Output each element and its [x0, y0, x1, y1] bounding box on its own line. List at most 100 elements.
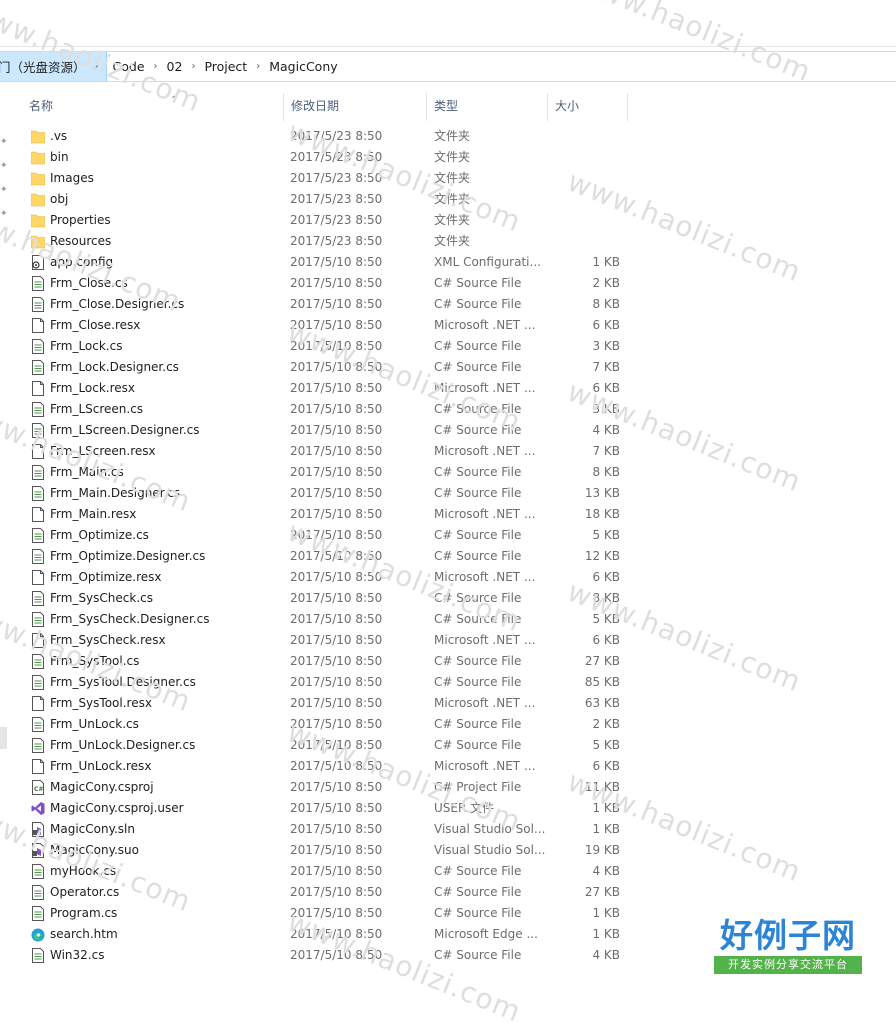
file-row[interactable]: search.htm 2017/5/10 8:50 Microsoft Edge .…	[24, 924, 629, 945]
file-row[interactable]: Frm_Main.Designer.cs 2017/5/10 8:50 C# Sou…	[24, 483, 629, 504]
file-row[interactable]: Frm_SysTool.Designer.cs 2017/5/10 8:50 C# …	[24, 672, 629, 693]
file-row[interactable]: Frm_Lock.Designer.cs 2017/5/10 8:50 C# Sou…	[24, 357, 629, 378]
file-row[interactable]: Frm_Optimize.cs 2017/5/10 8:50 C# Source F…	[24, 525, 629, 546]
file-name: myHook.cs	[50, 864, 117, 878]
folder-icon	[30, 213, 46, 228]
file-type: Microsoft .NET ...	[434, 318, 536, 332]
code-file-icon	[31, 717, 45, 732]
file-row[interactable]: Images 2017/5/23 8:50 文件夹	[24, 168, 629, 189]
file-size	[544, 168, 620, 189]
column-header-size[interactable]: 大小	[548, 93, 628, 121]
file-row[interactable]: Frm_Lock.resx 2017/5/10 8:50 Microsoft .NE…	[24, 378, 629, 399]
file-row[interactable]: Frm_Close.Designer.cs 2017/5/10 8:50 C# So…	[24, 294, 629, 315]
file-date: 2017/5/10 8:50	[290, 822, 383, 836]
file-name: Frm_Optimize.cs	[50, 528, 149, 542]
file-row[interactable]: .vs 2017/5/23 8:50 文件夹	[24, 126, 629, 147]
file-row[interactable]: Frm_LScreen.resx 2017/5/10 8:50 Microsoft …	[24, 441, 629, 462]
file-name: Frm_Close.Designer.cs	[50, 297, 185, 311]
file-row[interactable]: Properties 2017/5/23 8:50 文件夹	[24, 210, 629, 231]
breadcrumb-item[interactable]: 门（光盘资源） ›	[0, 52, 107, 81]
code-file-icon	[31, 738, 45, 753]
breadcrumb-item[interactable]: MagicCony	[263, 52, 343, 81]
file-row[interactable]: Frm_UnLock.Designer.cs 2017/5/10 8:50 C# S…	[24, 735, 629, 756]
file-size: 5 KB	[592, 528, 620, 542]
file-name: Frm_Lock.resx	[50, 381, 136, 395]
file-row[interactable]: Program.cs 2017/5/10 8:50 C# Source File 1 …	[24, 903, 629, 924]
file-size: 19 KB	[584, 843, 620, 857]
sort-ascending-icon: ⌃	[170, 95, 179, 106]
file-date: 2017/5/10 8:50	[290, 927, 383, 941]
column-header-type[interactable]: 类型	[427, 93, 548, 121]
pin-icon[interactable]: ✦	[0, 185, 8, 195]
code-file-icon	[31, 465, 45, 480]
file-row[interactable]: Frm_UnLock.cs 2017/5/10 8:50 C# Source Fil…	[24, 714, 629, 735]
file-size: 3 KB	[592, 402, 620, 416]
file-row[interactable]: Resources 2017/5/23 8:50 文件夹	[24, 231, 629, 252]
file-row[interactable]: Frm_Lock.cs 2017/5/10 8:50 C# Source File 3…	[24, 336, 629, 357]
breadcrumb-item[interactable]: Project ›	[198, 52, 263, 81]
column-header-row: 名称 ⌃ 修改日期 类型 大小	[0, 93, 896, 121]
file-row[interactable]: Frm_Main.cs 2017/5/10 8:50 C# Source File 8…	[24, 462, 629, 483]
file-row[interactable]: Frm_SysCheck.cs 2017/5/10 8:50 C# Source F…	[24, 588, 629, 609]
file-size: 7 KB	[592, 360, 620, 374]
file-row[interactable]: Frm_UnLock.resx 2017/5/10 8:50 Microsoft .…	[24, 756, 629, 777]
column-header-name[interactable]: 名称 ⌃	[22, 93, 284, 121]
code-file-icon	[31, 360, 45, 375]
chevron-right-icon[interactable]: ›	[253, 61, 263, 72]
file-date: 2017/5/10 8:50	[290, 297, 383, 311]
nav-scroll-thumb[interactable]	[0, 727, 7, 749]
file-row[interactable]: Frm_LScreen.Designer.cs 2017/5/10 8:50 C# …	[24, 420, 629, 441]
csproj-file-icon: C#	[31, 780, 45, 795]
chevron-right-icon[interactable]: ›	[188, 61, 198, 72]
file-row[interactable]: bin 2017/5/23 8:50 文件夹	[24, 147, 629, 168]
file-row[interactable]: Frm_SysCheck.resx 2017/5/10 8:50 Microsoft…	[24, 630, 629, 651]
address-bar[interactable]: 门（光盘资源） › Code › 02 › Project › MagicCony	[0, 51, 896, 82]
file-size: 6 KB	[592, 759, 620, 773]
file-type: C# Source File	[434, 360, 522, 374]
file-size: 6 KB	[592, 633, 620, 647]
file-row[interactable]: Frm_Main.resx 2017/5/10 8:50 Microsoft .NE…	[24, 504, 629, 525]
file-row[interactable]: obj 2017/5/23 8:50 文件夹	[24, 189, 629, 210]
file-row[interactable]: Win32.cs 2017/5/10 8:50 C# Source File 4 KB	[24, 945, 629, 966]
file-date: 2017/5/10 8:50	[290, 507, 383, 521]
divider	[0, 46, 896, 47]
pin-icon[interactable]: ✦	[0, 137, 8, 147]
file-row[interactable]: Frm_LScreen.cs 2017/5/10 8:50 C# Source Fi…	[24, 399, 629, 420]
pin-icon[interactable]: ✦	[0, 161, 8, 171]
chevron-right-icon[interactable]: ›	[151, 61, 161, 72]
file-row[interactable]: myHook.cs 2017/5/10 8:50 C# Source File 4 K…	[24, 861, 629, 882]
chevron-right-icon[interactable]: ›	[92, 61, 102, 72]
file-type: C# Source File	[434, 654, 522, 668]
file-row[interactable]: Frm_SysTool.cs 2017/5/10 8:50 C# Source Fi…	[24, 651, 629, 672]
file-date: 2017/5/10 8:50	[290, 423, 383, 437]
file-row[interactable]: Frm_SysTool.resx 2017/5/10 8:50 Microsoft …	[24, 693, 629, 714]
pin-icon[interactable]: ✦	[0, 209, 8, 219]
file-row[interactable]: Operator.cs 2017/5/10 8:50 C# Source File 2…	[24, 882, 629, 903]
breadcrumb-item[interactable]: Code ›	[107, 52, 161, 81]
file-row[interactable]: MagicCony.suo 2017/5/10 8:50 Visual Studio…	[24, 840, 629, 861]
file-size: 1 KB	[592, 906, 620, 920]
breadcrumb-item[interactable]: 02 ›	[161, 52, 199, 81]
file-row[interactable]: Frm_Optimize.resx 2017/5/10 8:50 Microsoft…	[24, 567, 629, 588]
file-size: 2 KB	[592, 276, 620, 290]
file-row[interactable]: C# MagicCony.csproj 2017/5/10 8:50 C# Proje…	[24, 777, 629, 798]
file-row[interactable]: MagicCony.csproj.user 2017/5/10 8:50 USER …	[24, 798, 629, 819]
file-row[interactable]: Frm_Close.cs 2017/5/10 8:50 C# Source File…	[24, 273, 629, 294]
file-size: 2 KB	[592, 717, 620, 731]
file-type: C# Source File	[434, 717, 522, 731]
file-date: 2017/5/10 8:50	[290, 612, 383, 626]
file-size: 6 KB	[592, 381, 620, 395]
file-date: 2017/5/10 8:50	[290, 801, 383, 815]
file-type: 文件夹	[434, 234, 471, 248]
column-header-date[interactable]: 修改日期	[284, 93, 427, 121]
file-row[interactable]: Frm_Close.resx 2017/5/10 8:50 Microsoft .N…	[24, 315, 629, 336]
file-date: 2017/5/10 8:50	[290, 885, 383, 899]
file-type: C# Source File	[434, 591, 522, 605]
file-row[interactable]: app.config 2017/5/10 8:50 XML Configurati.…	[24, 252, 629, 273]
blank-file-icon	[31, 633, 45, 648]
file-row[interactable]: Frm_SysCheck.Designer.cs 2017/5/10 8:50 C#…	[24, 609, 629, 630]
column-header-date-label: 修改日期	[291, 99, 340, 113]
file-row[interactable]: Frm_Optimize.Designer.cs 2017/5/10 8:50 C#…	[24, 546, 629, 567]
file-row[interactable]: MagicCony.sln 2017/5/10 8:50 Visual Studio…	[24, 819, 629, 840]
file-name: Frm_Close.cs	[50, 276, 128, 290]
